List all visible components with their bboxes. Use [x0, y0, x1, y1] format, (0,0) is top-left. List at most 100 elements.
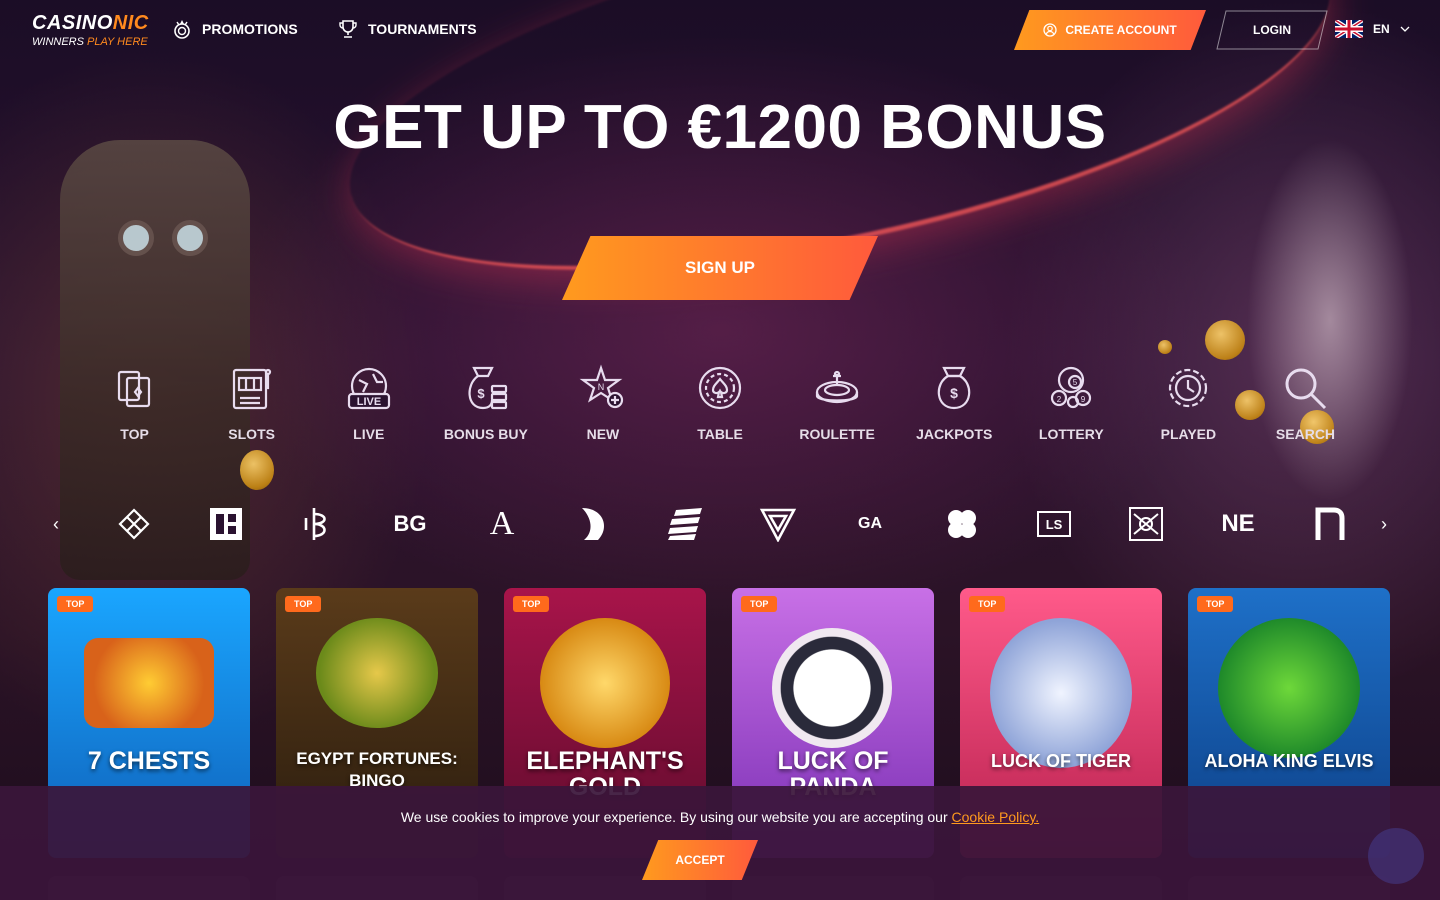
svg-text:9: 9 [1081, 395, 1086, 404]
game-thumbnail [316, 618, 438, 728]
category-table-label: TABLE [697, 426, 743, 442]
spade-chip-icon [698, 366, 742, 410]
nav-promotions-label: PROMOTIONS [202, 21, 298, 37]
category-live[interactable]: LIVE LIVE [310, 364, 427, 442]
sign-up-button[interactable]: SIGN UP [562, 236, 878, 300]
providers-prev-arrow[interactable]: ‹ [46, 512, 66, 536]
language-selector[interactable]: EN [1335, 20, 1410, 38]
provider-logo[interactable]: GA [824, 504, 916, 544]
robot-eye-right [172, 220, 208, 256]
provider-carousel: BG A GA LS NE [88, 504, 1376, 544]
provider-logo[interactable] [916, 504, 1008, 544]
lottery-balls-icon: 2 5 9 [1051, 366, 1092, 409]
category-top-label: TOP [120, 426, 149, 442]
provider-ne-text: NE [1221, 510, 1255, 537]
pb-monogram-icon [304, 508, 326, 540]
category-played-label: PLAYED [1160, 426, 1217, 442]
category-top[interactable]: TOP [76, 364, 193, 442]
search-icon [1285, 368, 1327, 410]
money-bag-icon: $ [468, 366, 507, 410]
history-icon [1169, 368, 1208, 408]
roulette-icon [816, 370, 859, 404]
cards-icon [117, 370, 150, 408]
create-account-button[interactable]: CREATE ACCOUNT [1014, 10, 1206, 50]
accept-cookies-button[interactable]: ACCEPT [642, 840, 758, 880]
category-slots[interactable]: SLOTS [193, 364, 310, 442]
uk-flag-icon [1335, 20, 1363, 38]
top-badge: TOP [1197, 596, 1234, 612]
svg-text:$: $ [477, 386, 485, 401]
provider-bg-text: BG [393, 511, 427, 536]
svg-text:N: N [598, 382, 605, 392]
svg-text:5: 5 [1073, 378, 1078, 387]
providers-next-arrow[interactable]: › [1374, 512, 1394, 536]
category-search-label: SEARCH [1275, 426, 1336, 442]
chat-widget-button[interactable] [1368, 828, 1424, 884]
category-new[interactable]: N NEW [544, 364, 661, 442]
n-arch-icon [1315, 507, 1345, 540]
provider-ls-text: LS [1045, 516, 1063, 532]
cookie-message: We use cookies to improve your experienc… [0, 809, 1440, 825]
category-lottery-label: LOTTERY [1038, 426, 1104, 442]
cookie-text: We use cookies to improve your experienc… [400, 809, 952, 825]
nav-tournaments-label: TOURNAMENTS [368, 21, 477, 37]
category-roulette[interactable]: ROULETTE [779, 364, 896, 442]
language-label: EN [1373, 22, 1390, 36]
jackpot-bag-icon: $ [938, 366, 971, 410]
site-header: CASINONIC WINNERS PLAY HERE PROMOTIONS T… [0, 0, 1440, 60]
provider-logo[interactable] [548, 504, 640, 544]
provider-ga-text: GA [858, 515, 882, 532]
category-table[interactable]: TABLE [661, 364, 778, 442]
provider-logo[interactable] [88, 504, 180, 544]
provider-logo[interactable] [272, 504, 364, 544]
game-category-nav: TOP SLOTS LIVE LIVE $ BONUS BUY N NEW TA… [76, 364, 1364, 442]
game-thumbnail [540, 618, 670, 748]
category-played[interactable]: PLAYED [1130, 364, 1247, 442]
crescent-logo-icon [582, 508, 605, 540]
provider-logo[interactable] [1284, 504, 1376, 544]
category-search[interactable]: SEARCH [1247, 364, 1364, 442]
nav-promotions[interactable]: PROMOTIONS [172, 18, 298, 40]
create-account-label: CREATE ACCOUNT [1065, 23, 1177, 37]
category-live-label: LIVE [353, 426, 385, 442]
category-slots-label: SLOTS [228, 426, 275, 442]
game-thumbnail [84, 638, 214, 728]
top-badge: TOP [57, 596, 94, 612]
nav-tournaments[interactable]: TOURNAMENTS [338, 18, 477, 40]
game-title: 7 CHESTS [87, 747, 211, 775]
v-triangle-icon [759, 508, 797, 542]
gold-coin [1158, 340, 1172, 354]
clover-icon [948, 510, 976, 538]
category-jackpots[interactable]: $ JACKPOTS [896, 364, 1013, 442]
stripes-logo-icon [668, 508, 702, 540]
provider-logo[interactable]: LS [1008, 504, 1100, 544]
category-lottery[interactable]: 2 5 9 LOTTERY [1013, 364, 1130, 442]
game-thumbnail [990, 618, 1132, 768]
trophy-icon [339, 20, 357, 38]
svg-text:LIVE: LIVE [357, 396, 381, 408]
provider-logo[interactable] [640, 504, 732, 544]
category-roulette-label: ROULETTE [799, 426, 875, 442]
provider-logo[interactable] [1100, 504, 1192, 544]
provider-logo[interactable] [180, 504, 272, 544]
provider-logo[interactable] [732, 504, 824, 544]
provider-logo[interactable]: A [456, 504, 548, 544]
provider-logo[interactable]: BG [364, 504, 456, 544]
provider-logo[interactable]: NE [1192, 504, 1284, 544]
new-star-icon: N [579, 364, 624, 409]
diamond-grid-icon [118, 508, 150, 540]
cookie-policy-link[interactable]: Cookie Policy. [952, 809, 1040, 825]
login-label: LOGIN [1253, 23, 1291, 37]
knot-logo-icon [1129, 507, 1163, 541]
logo-tagline: WINNERS PLAY HERE [32, 36, 148, 48]
category-bonus-buy-label: BONUS BUY [443, 426, 528, 442]
gold-coin [1205, 320, 1245, 360]
login-button[interactable]: LOGIN [1216, 10, 1328, 50]
category-bonus-buy[interactable]: $ BONUS BUY [427, 364, 544, 442]
user-circle-icon [1043, 23, 1057, 37]
gold-coin [240, 450, 274, 490]
casinonic-logo[interactable]: CASINONIC WINNERS PLAY HERE [32, 12, 149, 48]
logo-wordmark: CASINONIC [32, 12, 149, 34]
top-badge: TOP [285, 596, 322, 612]
game-title: ALOHA KING ELVIS [1204, 751, 1374, 771]
